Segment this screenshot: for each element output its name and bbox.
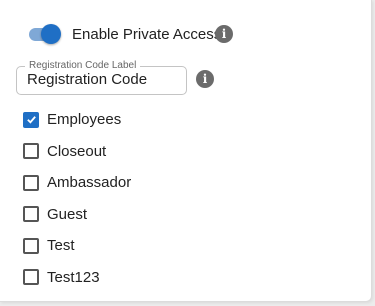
checkbox-label: Closeout — [47, 142, 107, 160]
checkbox-label: Test — [47, 237, 75, 255]
private-access-label: Enable Private Access — [72, 25, 222, 43]
checkbox[interactable] — [23, 237, 39, 254]
info-icon[interactable]: i — [215, 25, 233, 43]
checkbox-label: Ambassador — [47, 174, 132, 192]
info-icon[interactable]: i — [196, 70, 214, 88]
checkbox-item-employees[interactable]: Employees — [23, 104, 131, 136]
checkbox-item-ambassador[interactable]: Ambassador — [23, 167, 131, 199]
checkbox-item-guest[interactable]: Guest — [23, 199, 131, 231]
registration-code-input[interactable] — [27, 71, 177, 88]
checkbox[interactable] — [23, 111, 39, 128]
private-access-row: Enable Private Access — [27, 22, 221, 46]
checkbox-item-test123[interactable]: Test123 — [23, 262, 131, 294]
toggle-thumb — [41, 24, 61, 44]
checkbox[interactable] — [23, 174, 39, 191]
registration-code-field[interactable]: Registration Code Label — [16, 60, 187, 95]
checkbox-label: Guest — [47, 205, 88, 223]
checkbox[interactable] — [23, 269, 39, 286]
checkbox-item-closeout[interactable]: Closeout — [23, 136, 131, 168]
checkbox-label: Employees — [47, 111, 122, 129]
checkbox-item-test[interactable]: Test — [23, 230, 131, 262]
settings-card: Enable Private Access i Registration Cod… — [0, 0, 372, 302]
checkbox[interactable] — [23, 143, 39, 160]
checkmark-icon — [26, 116, 36, 124]
checkbox-label: Test123 — [47, 268, 100, 286]
checkbox-list: Employees Closeout Ambassador Guest Test… — [23, 104, 131, 293]
private-access-toggle[interactable] — [27, 22, 63, 46]
checkbox[interactable] — [23, 206, 39, 223]
